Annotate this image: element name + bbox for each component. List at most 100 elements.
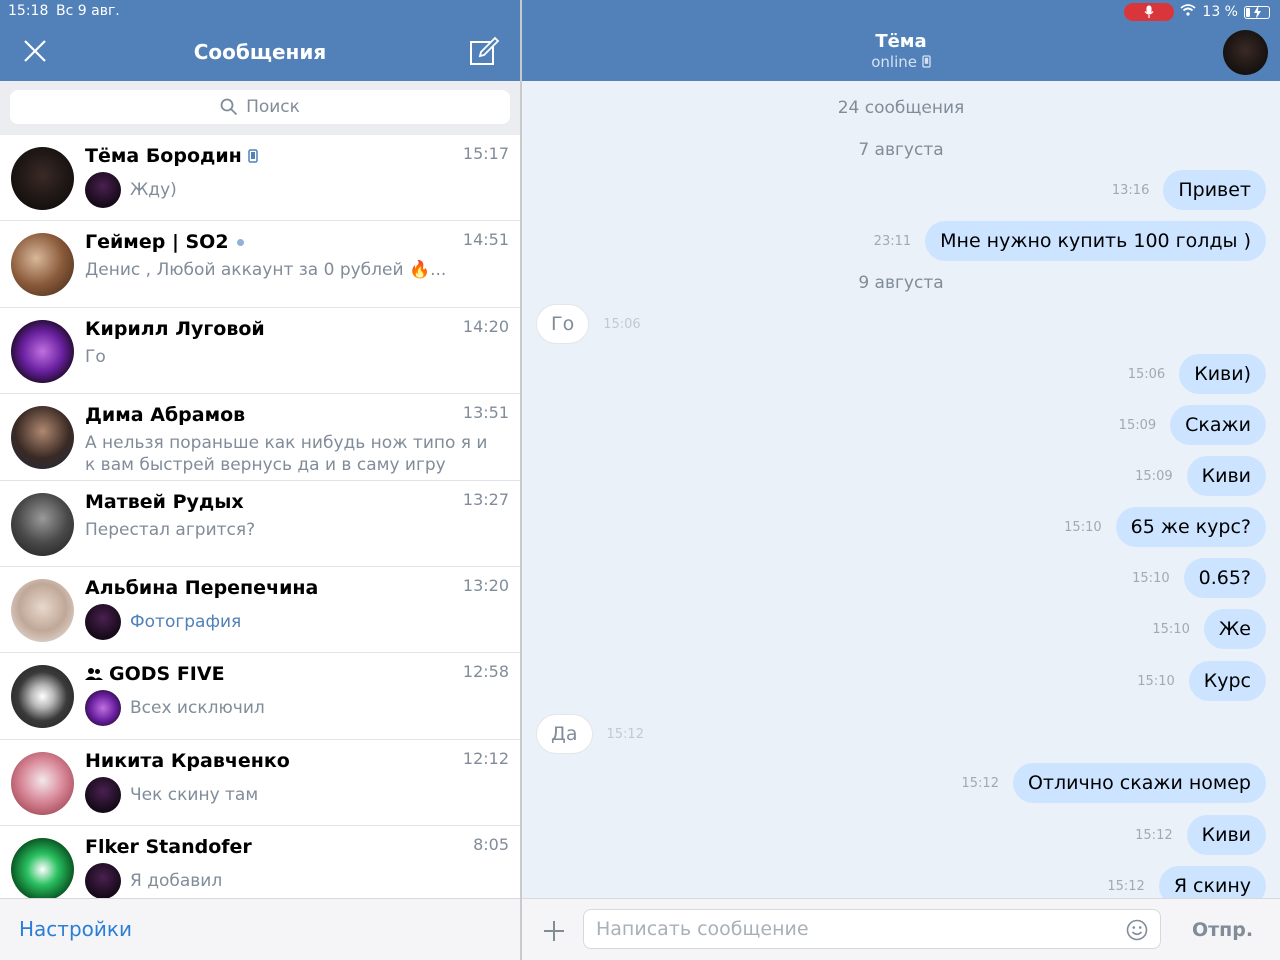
status-date: Вс 9 авг. xyxy=(56,3,120,19)
chat-name: Кирилл Луговой xyxy=(85,317,265,340)
message-time: 15:09 xyxy=(1135,468,1173,484)
chat-preview: А нельзя пораньше как нибудь нож типо я … xyxy=(85,433,488,476)
message-incoming[interactable]: Го 15:06 xyxy=(536,304,641,344)
search-area: Поиск xyxy=(0,81,520,135)
chat-preview: Я добавил xyxy=(130,871,223,892)
chat-preview: Всех исключил xyxy=(130,698,265,719)
message-count: 24 сообщения xyxy=(837,98,965,118)
message-bubble: Мне нужно купить 100 голды ) xyxy=(925,221,1266,261)
battery-icon xyxy=(1244,4,1270,19)
message-bubble: 0.65? xyxy=(1183,558,1266,598)
date-separator: 7 августа xyxy=(858,140,944,160)
chat-time: 12:12 xyxy=(462,748,509,768)
chat-item-albina-perepechina[interactable]: Альбина Перепечина 13:20 Фотография xyxy=(0,567,520,654)
search-input[interactable]: Поиск xyxy=(10,90,510,124)
message-outgoing[interactable]: 13:16 Привет xyxy=(1112,170,1266,210)
chat-name: Альбина Перепечина xyxy=(85,576,319,599)
chat-preview: Чек скину там xyxy=(130,784,259,805)
message-bubble: Привет xyxy=(1163,170,1266,210)
compose-icon[interactable] xyxy=(468,36,500,68)
search-icon xyxy=(220,98,238,116)
peer-name[interactable]: Тёма xyxy=(522,31,1280,52)
avatar xyxy=(11,838,74,898)
sender-avatar xyxy=(85,690,121,727)
message-time: 13:16 xyxy=(1111,182,1150,198)
chat-name: Flker Standofer xyxy=(85,836,252,859)
chat-item-kirill-lugovoi[interactable]: Кирилл Луговой 14:20 Го xyxy=(0,308,520,395)
message-outgoing[interactable]: 15:12 Киви xyxy=(1135,815,1266,855)
chat-name: Дима Абрамов xyxy=(85,404,246,427)
chat-name: Тёма Бородин xyxy=(85,145,242,167)
message-time: 15:06 xyxy=(1127,366,1166,382)
message-time: 15:12 xyxy=(1107,878,1145,894)
chat-preview: Перестал агрится? xyxy=(85,519,256,540)
message-bubble: Киви xyxy=(1186,815,1266,855)
settings-link[interactable]: Настройки xyxy=(19,917,132,941)
message-bubble: Отлично скажи номер xyxy=(1012,763,1266,803)
message-bubble: Киви xyxy=(1186,456,1266,496)
message-bubble: Го xyxy=(536,304,590,344)
message-outgoing[interactable]: 15:09 Киви xyxy=(1135,456,1266,496)
chat-time: 8:05 xyxy=(473,835,509,855)
mobile-icon xyxy=(248,149,258,163)
send-button[interactable]: Отпр. xyxy=(1192,919,1253,941)
message-outgoing[interactable]: 15:10 0.65? xyxy=(1132,558,1266,598)
sender-avatar xyxy=(85,603,121,640)
attach-icon[interactable] xyxy=(542,919,566,943)
chat-time: 15:17 xyxy=(462,144,509,163)
message-time: 15:12 xyxy=(606,726,644,742)
message-outgoing[interactable]: 15:09 Скажи xyxy=(1119,405,1266,445)
status-bar: 15:18 Вс 9 авг. 13 % xyxy=(0,0,1280,24)
online-indicator xyxy=(236,238,244,246)
peer-avatar[interactable] xyxy=(1223,30,1268,75)
avatar xyxy=(11,492,74,556)
message-time: 15:09 xyxy=(1118,417,1157,433)
sender-avatar xyxy=(85,172,121,208)
chat-name: Матвей Рудых xyxy=(85,490,244,513)
chat-item-tema-borodin[interactable]: Тёма Бородин 15:17 Жду) xyxy=(0,135,520,222)
page-title: Сообщения xyxy=(193,40,327,64)
message-bubble: Скажи xyxy=(1170,405,1266,445)
chat-time: 12:58 xyxy=(462,662,509,682)
message-outgoing[interactable]: 15:06 Киви) xyxy=(1128,354,1266,394)
chat-item-geimer-so2[interactable]: Геймер | SO2 14:51 Денис , Любой аккаунт… xyxy=(0,221,520,308)
status-time: 15:18 xyxy=(8,3,49,19)
chat-item-dima-abramov[interactable]: Дима Абрамов 13:51 А нельзя пораньше как… xyxy=(0,394,520,481)
status-indicators: 13 % xyxy=(1124,2,1270,22)
message-time: 15:10 xyxy=(1064,519,1102,535)
message-time: 15:12 xyxy=(961,775,999,791)
chat-item-flker-standofer[interactable]: Flker Standofer 8:05 Я добавил xyxy=(0,826,520,898)
battery-percent: 13 % xyxy=(1202,4,1238,20)
message-bubble: Же xyxy=(1203,609,1266,649)
message-outgoing[interactable]: 23:11 Мне нужно купить 100 голды ) xyxy=(874,221,1266,261)
message-outgoing[interactable]: 15:12 Отлично скажи номер xyxy=(961,763,1266,803)
message-outgoing[interactable]: 15:10 Же xyxy=(1152,609,1266,649)
search-placeholder: Поиск xyxy=(246,97,300,117)
message-composer: Отпр. xyxy=(522,898,1280,960)
message-time: 15:10 xyxy=(1132,570,1170,586)
chat-name: Геймер | SO2 xyxy=(85,231,229,254)
message-bubble: Да xyxy=(536,714,593,754)
chat-name: Никита Кравченко xyxy=(85,749,290,772)
chat-preview: Го xyxy=(85,346,106,367)
message-outgoing[interactable]: 15:10 Курс xyxy=(1137,661,1266,701)
chat-item-nikita-kravchenko[interactable]: Никита Кравченко 12:12 Чек скину там xyxy=(0,740,520,827)
message-incoming[interactable]: Да 15:12 xyxy=(536,714,644,754)
message-input[interactable] xyxy=(583,909,1161,949)
message-time: 23:11 xyxy=(873,233,912,249)
wifi-icon xyxy=(1180,4,1197,20)
message-outgoing[interactable]: 15:10 65 же курс? xyxy=(1064,507,1266,547)
avatar xyxy=(11,233,74,297)
chat-time: 14:51 xyxy=(462,230,509,250)
chat-item-gods-five[interactable]: GODS FIVE 12:58 Всех исключил xyxy=(0,653,520,740)
message-time: 15:10 xyxy=(1152,621,1190,637)
message-time: 15:10 xyxy=(1137,673,1175,689)
avatar xyxy=(11,319,74,383)
date-separator: 9 августа xyxy=(858,273,944,293)
message-time: 15:12 xyxy=(1135,827,1173,843)
chat-preview[interactable]: Фотография xyxy=(130,611,500,633)
pane-divider xyxy=(520,0,522,960)
chat-item-matvei-rudykh[interactable]: Матвей Рудых 13:27 Перестал агрится? xyxy=(0,481,520,567)
chat-list: Тёма Бородин 15:17 Жду) Геймер | SO2 14:… xyxy=(0,135,520,898)
emoji-icon[interactable] xyxy=(1126,919,1148,941)
